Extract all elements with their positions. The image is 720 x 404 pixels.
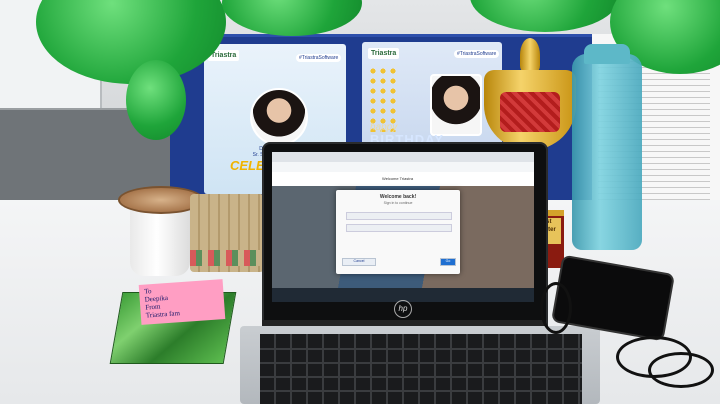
bottle-cap xyxy=(584,44,630,64)
trophy-finial xyxy=(520,38,540,72)
login-modal: Welcome back! Sign in to continue Cancel… xyxy=(336,190,460,274)
key-row-gap xyxy=(260,376,582,378)
modal-cancel-button[interactable]: Cancel xyxy=(342,258,376,266)
keyboard[interactable] xyxy=(260,334,582,404)
modal-subtitle: Sign in to continue xyxy=(383,201,413,205)
green-balloon xyxy=(126,60,186,140)
modal-title: Welcome back! xyxy=(379,194,417,200)
browser-tab-bar xyxy=(272,152,534,162)
poster-photo xyxy=(430,74,482,136)
modal-go-button[interactable]: Go xyxy=(440,258,456,266)
poster-hashtag: #TriastraSoftware xyxy=(454,50,500,58)
birthday-poster: Triastra #TriastraSoftware happy BIRTHDA… xyxy=(362,42,502,148)
water-bottle xyxy=(572,54,642,250)
page-header: Welcome Triastra xyxy=(272,172,534,186)
trophy-red-pattern xyxy=(500,92,560,132)
browser-address-bar xyxy=(272,162,534,172)
poster-headline: CELE xyxy=(230,158,265,173)
modal-input[interactable] xyxy=(346,224,452,232)
poster-avatar xyxy=(250,88,308,146)
charging-cable xyxy=(540,282,572,334)
sticky-note: To Deepika From Triastra fam xyxy=(138,279,226,325)
poster-logo: Triastra xyxy=(368,48,400,59)
key-row-gap xyxy=(260,348,582,350)
coiled-cable xyxy=(648,352,714,388)
hp-logo: hp xyxy=(394,300,412,318)
key-row-gap xyxy=(260,362,582,364)
page-title: Welcome Triastra xyxy=(382,176,414,181)
poster-hashtag: #TriastraSoftware xyxy=(296,54,342,62)
modal-input[interactable] xyxy=(346,212,452,220)
key-row-gap xyxy=(260,390,582,392)
basket-band xyxy=(190,250,264,266)
